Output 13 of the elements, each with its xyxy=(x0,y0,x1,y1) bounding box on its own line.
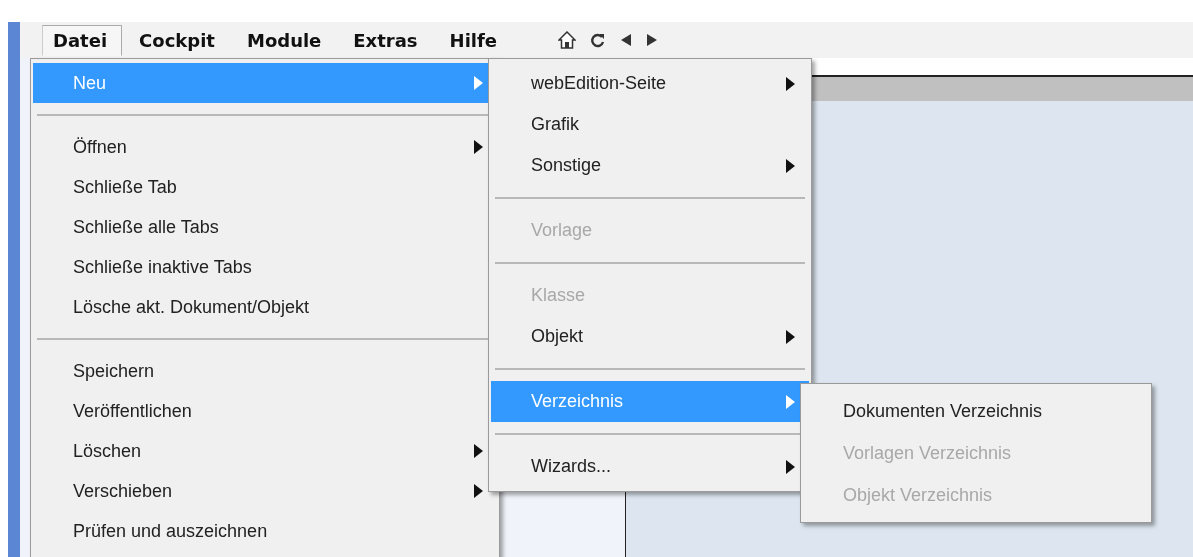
menu-bar-item[interactable]: Cockpit xyxy=(128,24,230,56)
menu-bar-item[interactable]: Extras xyxy=(342,24,433,56)
menu-item[interactable]: Objekt xyxy=(491,316,809,357)
forward-icon[interactable] xyxy=(646,33,659,47)
menu-item[interactable]: Prüfen und auszeichnen xyxy=(33,511,497,551)
back-icon[interactable] xyxy=(620,33,633,47)
menu-bar-item[interactable]: Datei xyxy=(42,24,123,56)
menu-bar-item[interactable]: Hilfe xyxy=(438,24,513,56)
refresh-icon[interactable] xyxy=(590,32,607,48)
menu-item[interactable]: Sonstige xyxy=(491,145,809,186)
home-icon[interactable] xyxy=(558,31,577,49)
menu-item[interactable]: Grafik xyxy=(491,104,809,145)
menu-bar-item[interactable]: Module xyxy=(235,24,337,56)
